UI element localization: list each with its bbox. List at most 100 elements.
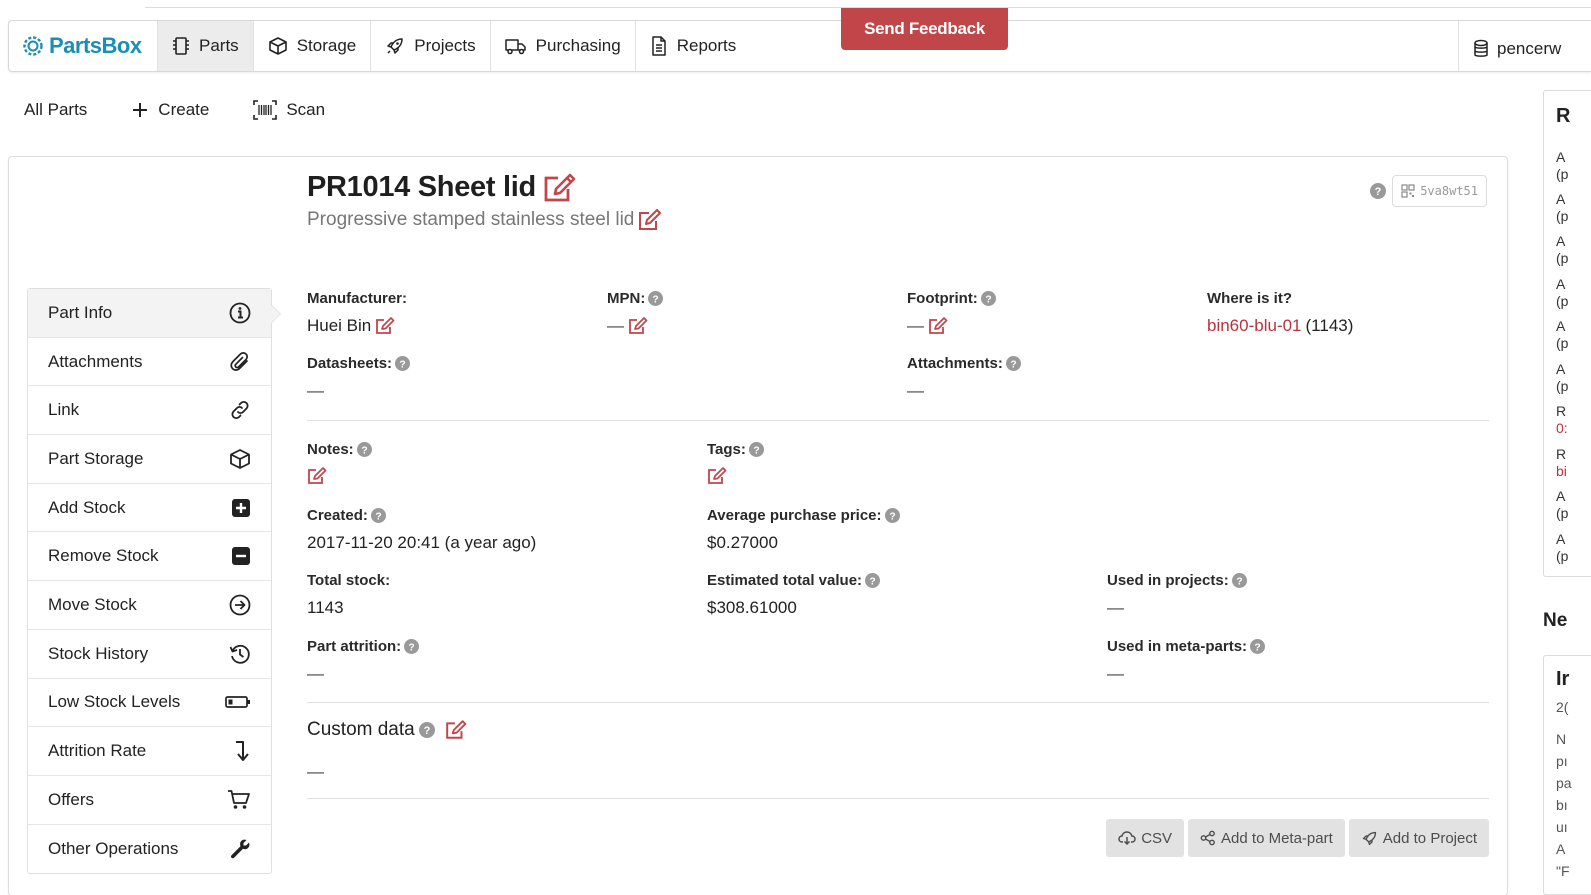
- recent-line-link[interactable]: 0:: [1556, 420, 1568, 437]
- side-item-other-operations[interactable]: Other Operations: [28, 825, 271, 874]
- field-tags: Tags: ?: [707, 441, 764, 485]
- help-icon[interactable]: ?: [395, 356, 411, 371]
- side-item-label: Attachments: [48, 351, 143, 371]
- side-item-attrition-rate[interactable]: Attrition Rate: [28, 727, 271, 776]
- help-icon[interactable]: ?: [1370, 183, 1387, 199]
- edit-tags-icon[interactable]: [707, 467, 727, 485]
- side-item-attachments[interactable]: Attachments: [28, 338, 271, 387]
- manufacturer-value: Huei Bin: [307, 316, 372, 335]
- brand-logo[interactable]: PartsBox: [9, 21, 157, 71]
- manufacturer-label: Manufacturer:: [307, 290, 408, 307]
- nav-purchasing[interactable]: Purchasing: [489, 21, 635, 71]
- side-item-offers[interactable]: Offers: [28, 776, 271, 825]
- recent-line: (p: [1556, 293, 1569, 309]
- recent-line: A: [1556, 233, 1566, 249]
- storage-location-link[interactable]: bin60-blu-01: [1207, 316, 1302, 336]
- browser-top-line: [145, 0, 1591, 8]
- side-item-move-stock[interactable]: Move Stock: [28, 581, 271, 630]
- edit-title-icon[interactable]: [542, 172, 578, 204]
- recent-line-link[interactable]: bi: [1556, 463, 1567, 480]
- side-item-link[interactable]: Link: [28, 386, 271, 436]
- recent-line: A: [1556, 318, 1566, 334]
- help-icon[interactable]: ?: [648, 291, 664, 306]
- user-name: pencerw: [1497, 39, 1562, 58]
- arrow-circle-icon: [229, 594, 251, 616]
- add-to-meta-part-button[interactable]: Add to Meta-part: [1188, 819, 1345, 857]
- recent-line: (p: [1556, 166, 1569, 182]
- side-item-remove-stock[interactable]: Remove Stock: [28, 532, 271, 582]
- create-button[interactable]: Create: [131, 100, 209, 120]
- footprint-value: —: [907, 316, 924, 335]
- recent-panel-heading: R: [1556, 105, 1571, 127]
- help-icon[interactable]: ?: [980, 291, 996, 306]
- nav-projects[interactable]: Projects: [370, 21, 489, 71]
- side-item-add-stock[interactable]: Add Stock: [28, 484, 271, 533]
- side-item-low-stock-levels[interactable]: Low Stock Levels: [28, 679, 271, 728]
- qr-code-icon: [1401, 184, 1415, 198]
- datasheets-label: Datasheets:: [307, 355, 393, 372]
- side-item-label: Attrition Rate: [48, 741, 147, 761]
- svg-text:?: ?: [361, 445, 367, 456]
- nav-storage-label: Storage: [296, 36, 357, 55]
- cart-icon: [227, 789, 251, 811]
- recent-line: (p: [1556, 335, 1569, 351]
- nav-reports[interactable]: Reports: [634, 21, 751, 71]
- box-icon: [229, 448, 251, 470]
- field-used-in-projects: Used in projects: ? —: [1107, 572, 1247, 618]
- nav-parts-label: Parts: [199, 36, 239, 55]
- nav-projects-label: Projects: [414, 36, 476, 55]
- field-used-in-meta-parts: Used in meta-parts: ? —: [1107, 638, 1266, 684]
- side-item-label: Remove Stock: [48, 546, 159, 566]
- help-icon[interactable]: ?: [1250, 639, 1266, 654]
- field-custom-data: —: [307, 753, 324, 782]
- help-icon[interactable]: ?: [418, 722, 435, 738]
- recent-line: A: [1556, 191, 1566, 207]
- help-icon[interactable]: ?: [865, 573, 881, 588]
- recent-line: A: [1556, 276, 1566, 292]
- svg-text:?: ?: [889, 511, 895, 522]
- help-icon[interactable]: ?: [1231, 573, 1247, 588]
- svg-text:?: ?: [753, 445, 759, 456]
- edit-custom-data-icon[interactable]: [445, 720, 467, 740]
- help-icon[interactable]: ?: [884, 508, 900, 523]
- send-feedback-button[interactable]: Send Feedback: [841, 8, 1008, 50]
- field-where-is-it: Where is it? bin60-blu-01 (1143): [1207, 290, 1353, 336]
- part-title-row: PR1014 Sheet lid: [307, 171, 578, 204]
- part-side-menu: Part Info Attachments Link Part Storage …: [27, 288, 281, 875]
- part-qr-code[interactable]: 5va8wt51: [1392, 175, 1487, 207]
- edit-mpn-icon[interactable]: [628, 317, 648, 335]
- user-menu[interactable]: pencerw: [1458, 21, 1591, 71]
- news-line: N: [1556, 731, 1567, 747]
- scan-button[interactable]: Scan: [253, 100, 325, 120]
- box-icon: [268, 36, 288, 56]
- part-id-code: 5va8wt51: [1420, 184, 1478, 198]
- rocket-icon: [1361, 830, 1378, 847]
- used-projects-value: —: [1107, 598, 1124, 617]
- add-to-project-button[interactable]: Add to Project: [1348, 819, 1489, 857]
- datasheets-value: —: [307, 381, 324, 400]
- mpn-label: MPN:: [607, 290, 646, 307]
- project-label: Add to Project: [1382, 829, 1477, 847]
- help-icon[interactable]: ?: [404, 639, 420, 654]
- all-parts-link[interactable]: All Parts: [24, 100, 87, 120]
- all-parts-label: All Parts: [24, 100, 88, 119]
- csv-button[interactable]: CSV: [1106, 819, 1185, 857]
- side-item-stock-history[interactable]: Stock History: [28, 630, 271, 679]
- meta-label: Add to Meta-part: [1221, 829, 1333, 847]
- edit-notes-icon[interactable]: [307, 467, 327, 485]
- side-item-part-info[interactable]: Part Info: [28, 289, 281, 338]
- help-icon[interactable]: ?: [370, 508, 386, 523]
- mpn-value: —: [607, 316, 624, 335]
- used-projects-label: Used in projects:: [1107, 572, 1229, 589]
- edit-manufacturer-icon[interactable]: [375, 317, 395, 335]
- edit-footprint-icon[interactable]: [928, 317, 948, 335]
- help-icon[interactable]: ?: [356, 442, 372, 457]
- svg-text:?: ?: [1254, 642, 1260, 653]
- help-icon[interactable]: ?: [748, 442, 764, 457]
- nav-parts[interactable]: Parts: [157, 21, 253, 71]
- edit-description-icon[interactable]: [638, 209, 662, 231]
- help-icon[interactable]: ?: [1005, 356, 1021, 371]
- cloud-download-icon: [1118, 830, 1136, 846]
- side-item-part-storage[interactable]: Part Storage: [28, 435, 271, 484]
- nav-storage[interactable]: Storage: [252, 21, 371, 71]
